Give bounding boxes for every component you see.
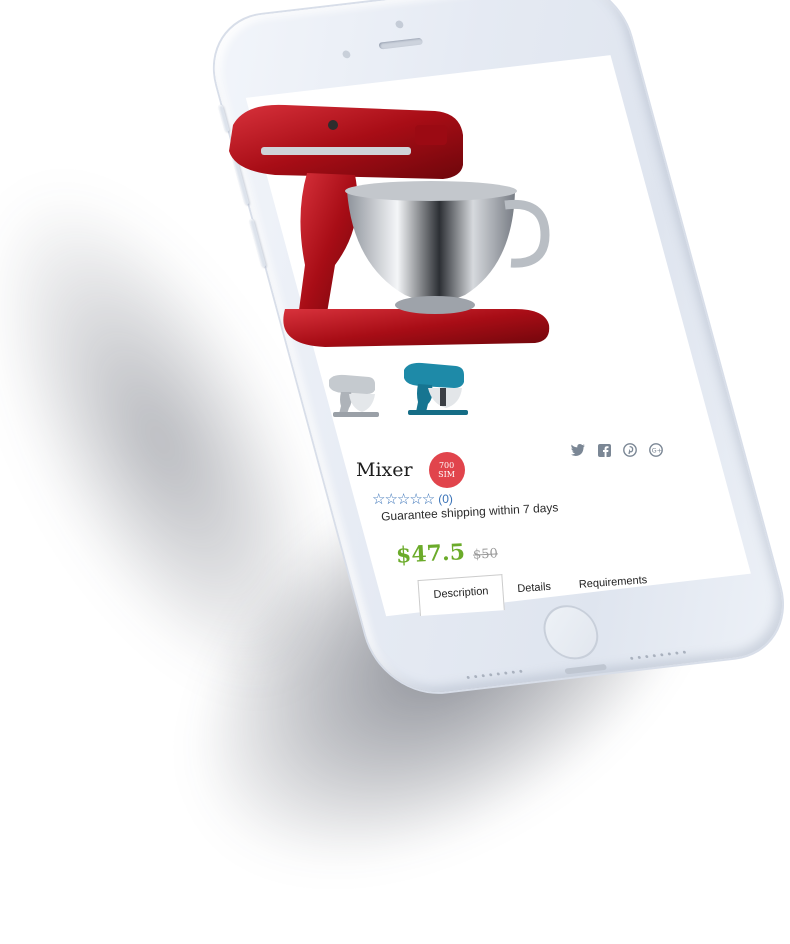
twitter-icon[interactable] [570, 442, 586, 458]
price-row: $47.5 $50 [395, 537, 499, 569]
rating-row: ☆☆☆☆☆ (0) [372, 490, 453, 508]
product-title-row: Mixer 700 SIM [356, 452, 465, 488]
badge-unit: SIM [438, 470, 455, 479]
rating-count[interactable]: (0) [438, 492, 453, 506]
facebook-icon[interactable] [596, 442, 612, 458]
product-name: Mixer [356, 459, 413, 481]
product-main-image [229, 104, 550, 347]
price-badge: 700 SIM [428, 452, 465, 488]
tab-description[interactable]: Description [417, 574, 505, 616]
badge-value: 700 [438, 461, 455, 470]
tab-requirements[interactable]: Requirements [564, 564, 663, 606]
star-rating-icon[interactable]: ☆☆☆☆☆ [372, 490, 435, 508]
original-price: $50 [472, 546, 499, 563]
tab-details[interactable]: Details [502, 571, 566, 610]
google-plus-icon[interactable]: G+ [648, 442, 664, 458]
svg-text:G+: G+ [652, 447, 662, 455]
product-page: Mixer 700 SIM G+ ☆☆☆☆☆ (0) Guarantee shi… [0, 0, 790, 910]
social-share: G+ [570, 442, 664, 458]
product-tabs: Description Details Requirements [417, 563, 662, 616]
thumbnail-blue-mixer[interactable] [400, 360, 470, 416]
pinterest-icon[interactable] [622, 442, 638, 458]
current-price: $47.5 [395, 539, 466, 569]
thumbnail-silver-mixer[interactable] [325, 372, 381, 418]
